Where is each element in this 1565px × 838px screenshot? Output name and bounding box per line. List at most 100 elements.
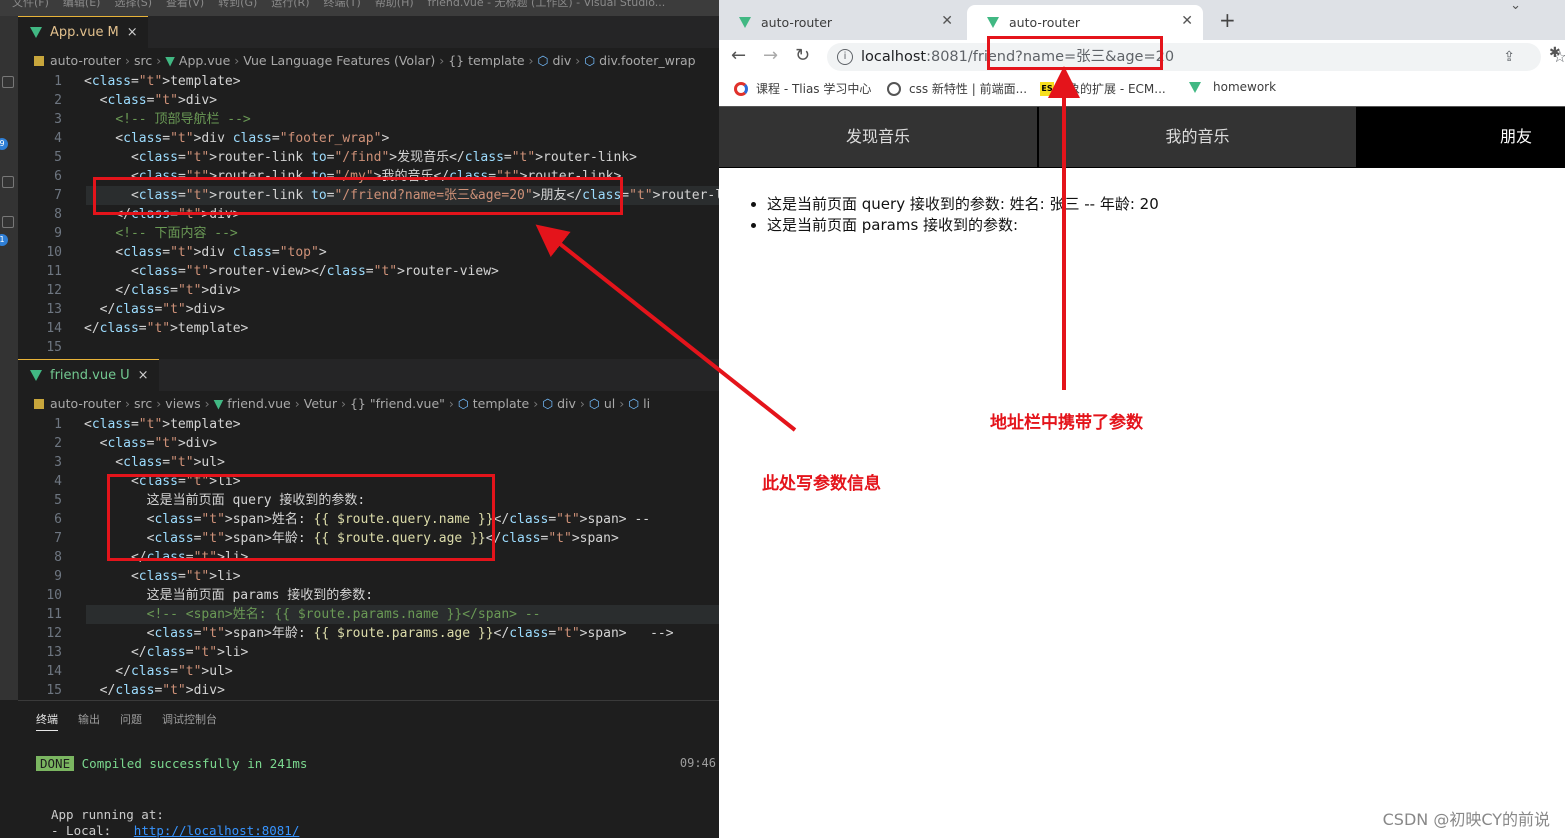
line-number: 15 [46, 683, 62, 698]
annotation-address-bar: 地址栏中携带了参数 [990, 413, 1143, 433]
code-line: </class="t">div> [84, 207, 241, 222]
tab-friend-vue[interactable]: friend.vue U × [18, 359, 159, 391]
browser-toolbar: ← → ↻ i localhost:8081/friend?name=张三&ag… [719, 40, 1565, 74]
line-number: 4 [54, 474, 62, 489]
breadcrumb-item[interactable]: {} "friend.vue" [350, 396, 445, 411]
line-number: 9 [54, 569, 62, 584]
code-editor-friend[interactable]: 1 <class="t">template> 2 <class="t">div> 3 … [18, 415, 719, 700]
line-number: 13 [46, 645, 62, 660]
local-url-link[interactable]: http://localhost:8081/ [134, 823, 300, 838]
site-info-icon[interactable]: i [837, 49, 853, 65]
breadcrumb-item[interactable]: ul [604, 396, 615, 411]
code-line: <class="t">router-link to="/find">发现音乐</… [84, 150, 637, 165]
new-tab-button[interactable]: + [1219, 8, 1236, 32]
menu-item[interactable]: 帮助(H) [375, 0, 414, 9]
breadcrumb-item[interactable]: App.vue [179, 53, 230, 68]
nav-link-my-music[interactable]: 我的音乐 [1039, 107, 1357, 167]
breadcrumb-item[interactable]: div.footer_wrap [599, 53, 695, 68]
line-number: 14 [46, 321, 62, 336]
forward-icon[interactable]: → [763, 45, 778, 66]
menu-item[interactable]: 转到(G) [218, 0, 257, 9]
source-control-badge: 9 [0, 138, 8, 150]
close-icon[interactable]: × [127, 25, 138, 40]
code-line: <!-- 顶部导航栏 --> [115, 112, 251, 127]
breadcrumb-item[interactable]: Vue Language Features (Volar) [243, 53, 435, 68]
menu-item[interactable]: 选择(S) [114, 0, 152, 9]
params-item: 这是当前页面 params 接收到的参数: [767, 215, 1159, 236]
breadcrumb-item[interactable]: friend.vue [227, 396, 291, 411]
line-number: 9 [54, 226, 62, 241]
code-line: <class="t">div> [84, 93, 218, 108]
close-tab-icon[interactable]: ✕ [1181, 13, 1193, 29]
menu-item[interactable]: 编辑(E) [63, 0, 101, 9]
back-icon[interactable]: ← [731, 45, 746, 66]
run-debug-icon[interactable] [2, 176, 14, 188]
breadcrumb-item[interactable]: src [134, 53, 152, 68]
nav-link-friend[interactable]: 朋友 [1357, 107, 1565, 167]
nav-link-find-music[interactable]: 发现音乐 [719, 107, 1038, 167]
untracked-marker: U [120, 368, 130, 383]
terminal-time: 09:46 [679, 756, 716, 770]
breadcrumb-item[interactable]: div [552, 53, 571, 68]
breadcrumb-item[interactable]: template [473, 396, 529, 411]
code-line: </class="t">li> [84, 645, 249, 660]
line-number: 4 [54, 131, 62, 146]
editor-tab-bar: friend.vue U × [18, 359, 719, 391]
line-number: 2 [54, 436, 62, 451]
extensions-icon[interactable] [2, 216, 14, 228]
bookmark-item[interactable]: css 新特性 | 前端面... [887, 80, 1027, 97]
line-number: 1 [54, 74, 62, 89]
breadcrumb-item[interactable]: auto-router [50, 53, 121, 68]
menu-item[interactable]: 终端(T) [324, 0, 361, 9]
search-icon[interactable] [2, 76, 14, 88]
breadcrumb-item[interactable]: src [134, 396, 152, 411]
extensions-icon[interactable]: ✱ [1549, 45, 1561, 61]
tab-app-vue[interactable]: App.vue M × [18, 16, 148, 48]
address-bar[interactable]: i localhost:8081/friend?name=张三&age=20 ⇪… [827, 43, 1565, 71]
close-tab-icon[interactable]: ✕ [941, 13, 953, 29]
menu-item[interactable]: 文件(F) [12, 0, 49, 9]
globe-icon [887, 81, 901, 96]
tab-search-icon[interactable]: ⌄ [1510, 0, 1521, 13]
share-icon[interactable]: ⇪ [1503, 43, 1515, 71]
bookmark-item[interactable]: 课程 - Tlias 学习中心 [734, 80, 871, 97]
menu-item[interactable]: 运行(R) [271, 0, 309, 9]
breadcrumb-item[interactable]: div [557, 396, 576, 411]
code-line: </class="t">div> [84, 283, 241, 298]
folder-icon [34, 56, 44, 66]
browser-tab[interactable]: auto-router ✕ [719, 5, 963, 40]
line-number: 7 [54, 531, 62, 546]
breadcrumb-item[interactable]: Vetur [304, 396, 337, 411]
code-line: <class="t">ul> [84, 455, 225, 470]
url-host: localhost [861, 49, 927, 65]
code-line: <class="t">span>年龄: {{ $route.query.age … [84, 531, 619, 546]
breadcrumb-item[interactable]: views [165, 396, 200, 411]
line-number: 12 [46, 283, 62, 298]
breadcrumb-item[interactable]: {} template [448, 53, 524, 68]
breadcrumb-item[interactable]: li [643, 396, 650, 411]
close-icon[interactable]: × [138, 368, 149, 383]
browser-tab-active[interactable]: auto-router ✕ [967, 5, 1203, 40]
reload-icon[interactable]: ↻ [795, 45, 810, 66]
code-editor-app[interactable]: 1 <class="t">template> 2 <class="t">div> 3 … [18, 72, 719, 356]
code-line: <class="t">router-link to="/friend?name=… [84, 188, 719, 203]
bookmark-item[interactable]: ES 对象的扩展 - ECM... [1040, 80, 1166, 97]
tab-output[interactable]: 输出 [78, 711, 100, 730]
line-number: 1 [54, 417, 62, 432]
code-line: <class="t">router-view></class="t">route… [84, 264, 499, 279]
tab-problems[interactable]: 问题 [120, 711, 142, 730]
line-number: 11 [46, 264, 62, 279]
window-title: friend.vue - 无标题 (工作区) - Visual Studio..… [427, 0, 666, 9]
code-line: </class="t">template> [84, 321, 249, 336]
line-number: 15 [46, 340, 62, 355]
tab-debug-console[interactable]: 调试控制台 [162, 711, 217, 730]
modified-marker: M [107, 25, 119, 40]
tab-terminal[interactable]: 终端 [36, 711, 58, 731]
breadcrumb-item[interactable]: auto-router [50, 396, 121, 411]
line-number: 7 [54, 188, 62, 203]
bookmark-item[interactable]: homework [1189, 80, 1276, 94]
tlias-icon [734, 81, 748, 96]
done-badge: DONE [36, 756, 75, 771]
code-line: <class="t">router-link to="/my">我的音乐</cl… [84, 169, 622, 184]
menu-item[interactable]: 查看(V) [166, 0, 204, 9]
